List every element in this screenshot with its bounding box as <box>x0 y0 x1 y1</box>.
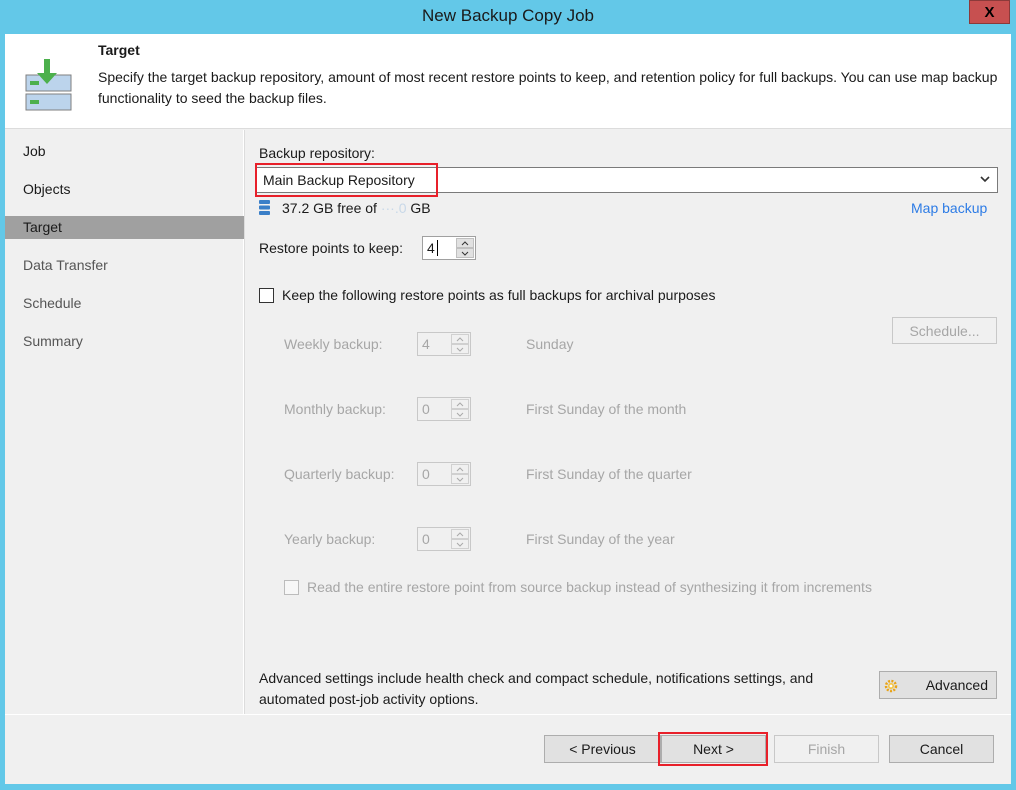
map-backup-link[interactable]: Map backup <box>911 200 987 216</box>
advanced-button[interactable]: Advanced <box>879 671 997 699</box>
read-entire-checkbox[interactable] <box>284 580 299 595</box>
repository-free-space: 37.2 GB free of ···.0 GB <box>282 200 431 216</box>
monthly-backup-label: Monthly backup: <box>284 401 386 417</box>
increment-button[interactable] <box>451 334 469 344</box>
wizard-steps: Job Objects Target Data Transfer Schedul… <box>5 130 244 714</box>
chevron-down-icon <box>456 412 464 417</box>
restore-points-value: 4 <box>427 240 435 256</box>
backup-target-icon <box>25 59 72 111</box>
page-description: Specify the target backup repository, am… <box>98 69 998 106</box>
decrement-button[interactable] <box>451 539 469 549</box>
free-space-text: 37.2 GB free of <box>282 200 381 216</box>
target-panel: Backup repository: Main Backup Repositor… <box>245 130 1011 714</box>
quarterly-backup-value: 0 <box>422 466 430 482</box>
repository-highlight <box>255 163 438 197</box>
wizard-header: Target Specify the target backup reposit… <box>5 34 1011 129</box>
weekly-backup-label: Weekly backup: <box>284 336 383 352</box>
gear-icon <box>884 679 898 693</box>
finish-button[interactable]: Finish <box>774 735 879 763</box>
title-bar: New Backup Copy Job X <box>0 0 1016 34</box>
monthly-backup-value: 0 <box>422 401 430 417</box>
sidebar-item-data-transfer[interactable]: Data Transfer <box>5 254 244 277</box>
sidebar-item-job[interactable]: Job <box>5 140 244 163</box>
quarterly-backup-stepper[interactable]: 0 <box>417 462 471 486</box>
close-button[interactable]: X <box>969 0 1010 24</box>
schedule-button[interactable]: Schedule... <box>892 317 997 344</box>
increment-button[interactable] <box>451 399 469 409</box>
weekly-backup-stepper[interactable]: 4 <box>417 332 471 356</box>
chevron-up-icon <box>456 336 464 341</box>
sidebar-item-summary[interactable]: Summary <box>5 330 244 353</box>
yearly-backup-value: 0 <box>422 531 430 547</box>
previous-button[interactable]: < Previous <box>544 735 661 763</box>
chevron-up-icon <box>456 401 464 406</box>
next-highlight <box>658 732 768 766</box>
advanced-settings-description: Advanced settings include health check a… <box>259 670 814 707</box>
chevron-down-icon <box>456 347 464 352</box>
space-unit: GB <box>406 200 431 216</box>
repository-label: Backup repository: <box>259 145 375 161</box>
increment-button[interactable] <box>456 238 474 248</box>
chevron-down-icon <box>456 477 464 482</box>
increment-button[interactable] <box>451 464 469 474</box>
cancel-button[interactable]: Cancel <box>889 735 994 763</box>
quarterly-backup-label: Quarterly backup: <box>284 466 395 482</box>
close-icon: X <box>984 3 995 21</box>
monthly-backup-stepper[interactable]: 0 <box>417 397 471 421</box>
read-entire-label: Read the entire restore point from sourc… <box>307 579 872 595</box>
monthly-backup-description: First Sunday of the month <box>526 401 687 417</box>
sidebar-item-target[interactable]: Target <box>5 216 244 239</box>
footer-divider <box>5 714 1011 715</box>
total-space-value: ···.0 <box>380 200 407 216</box>
decrement-button[interactable] <box>451 409 469 419</box>
wizard-window: Target Specify the target backup reposit… <box>5 34 1011 784</box>
restore-points-stepper[interactable]: 4 <box>422 236 476 260</box>
yearly-backup-label: Yearly backup: <box>284 531 376 547</box>
sidebar-item-schedule[interactable]: Schedule <box>5 292 244 315</box>
decrement-button[interactable] <box>456 248 474 258</box>
archival-checkbox-label: Keep the following restore points as ful… <box>282 287 716 303</box>
chevron-up-icon <box>456 531 464 536</box>
weekly-backup-value: 4 <box>422 336 430 352</box>
advanced-button-label: Advanced <box>925 677 988 693</box>
chevron-down-icon <box>980 176 990 183</box>
chevron-down-icon <box>461 251 469 256</box>
yearly-backup-stepper[interactable]: 0 <box>417 527 471 551</box>
restore-points-label: Restore points to keep: <box>259 240 403 256</box>
increment-button[interactable] <box>451 529 469 539</box>
weekly-backup-description: Sunday <box>526 336 574 352</box>
quarterly-backup-description: First Sunday of the quarter <box>526 466 692 482</box>
decrement-button[interactable] <box>451 474 469 484</box>
text-cursor <box>437 240 438 256</box>
database-icon <box>259 200 270 215</box>
yearly-backup-description: First Sunday of the year <box>526 531 675 547</box>
archival-checkbox[interactable] <box>259 288 274 303</box>
page-title: Target <box>98 42 140 58</box>
chevron-up-icon <box>456 466 464 471</box>
chevron-up-icon <box>461 240 469 245</box>
sidebar-divider <box>244 130 245 714</box>
window-title: New Backup Copy Job <box>422 6 594 25</box>
decrement-button[interactable] <box>451 344 469 354</box>
chevron-down-icon <box>456 542 464 547</box>
sidebar-item-objects[interactable]: Objects <box>5 178 244 201</box>
